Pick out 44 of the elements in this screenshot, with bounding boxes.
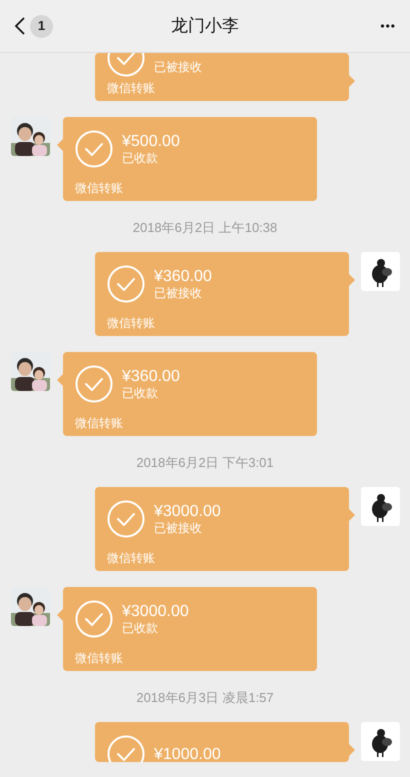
unread-badge: 1: [30, 14, 53, 38]
transfer-label: 微信转账: [74, 650, 124, 667]
transfer-label: 微信转账: [106, 80, 156, 97]
transfer-status: 已收款: [122, 386, 159, 401]
transfer-label: 微信转账: [106, 550, 156, 567]
transfer-card[interactable]: ¥3000.00 已收款 微信转账: [63, 587, 317, 671]
transfer-label: 微信转账: [74, 180, 124, 197]
amount: ¥500.00: [122, 132, 180, 151]
amount: ¥3000.00: [122, 602, 189, 621]
timestamp: 2018年6月2日 下午3:01: [136, 454, 274, 472]
bubble-tail: [57, 139, 63, 151]
transfer-status: 已被接收: [154, 286, 203, 301]
more-button[interactable]: •••: [380, 17, 396, 35]
amount: ¥360.00: [154, 267, 212, 286]
amount: ¥360.00: [122, 367, 180, 386]
bubble-tail: [349, 274, 355, 286]
amount: ¥1000.00: [154, 744, 221, 762]
transfer-card[interactable]: ¥360.00 已被接收 微信转账: [95, 252, 349, 336]
transfer-label: 微信转账: [74, 415, 124, 432]
bubble-tail: [349, 509, 355, 521]
transfer-status: 已收款: [122, 151, 159, 166]
transfer-card[interactable]: ¥3000.00 已被接收 微信转账: [95, 487, 349, 571]
transfer-status: 已收款: [122, 621, 159, 636]
transfer-card[interactable]: ¥1000.00: [95, 722, 349, 762]
transfer-label: 微信转账: [106, 315, 156, 332]
transfer-card[interactable]: 已被接收 微信转账: [95, 53, 349, 101]
transfer-card[interactable]: ¥500.00 已收款 微信转账: [63, 117, 317, 201]
bubble-tail: [349, 75, 355, 87]
back-icon[interactable]: [14, 17, 26, 35]
bubble-tail: [349, 744, 355, 756]
check-circle-icon: [75, 600, 113, 638]
transfer-status: 已被接收: [154, 521, 203, 536]
window-title: 龙门小李: [170, 15, 240, 38]
check-circle-icon: [107, 265, 145, 303]
bubble-tail: [57, 374, 63, 386]
timestamp: 2018年6月2日 上午10:38: [132, 219, 278, 237]
transfer-card[interactable]: ¥360.00 已收款 微信转账: [63, 352, 317, 436]
check-circle-icon: [107, 500, 145, 538]
amount: ¥3000.00: [154, 502, 221, 521]
timestamp: 2018年6月3日 凌晨1:57: [136, 689, 274, 707]
check-circle-icon: [75, 130, 113, 168]
check-circle-icon: [75, 365, 113, 403]
transfer-status: 已被接收: [154, 60, 202, 75]
bubble-tail: [57, 609, 63, 621]
